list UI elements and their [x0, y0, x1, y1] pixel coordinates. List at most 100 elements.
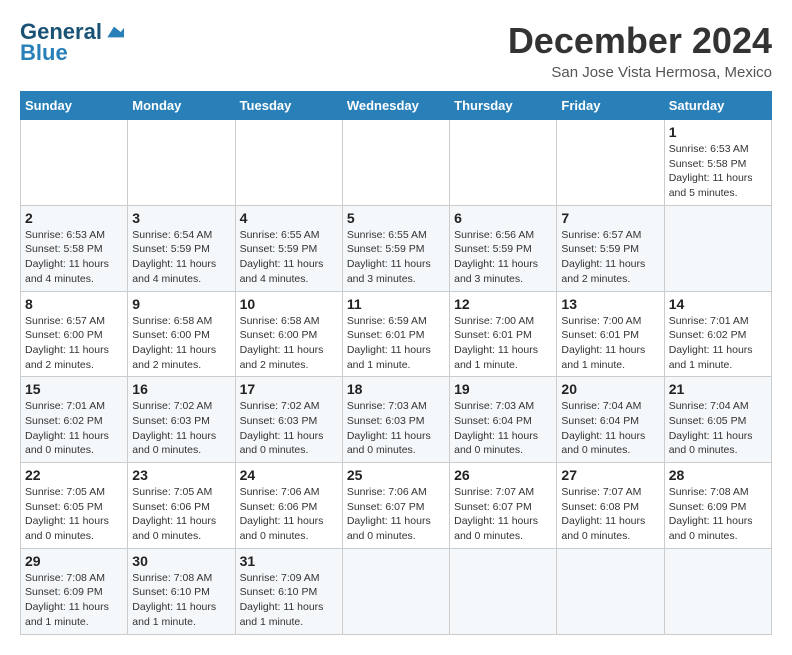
day-number: 30 [132, 553, 230, 569]
day-of-week-header: Tuesday [235, 92, 342, 120]
day-number: 1 [669, 124, 767, 140]
day-number: 25 [347, 467, 445, 483]
calendar-cell: 28 Sunrise: 7:08 AM Sunset: 6:09 PM Dayli… [664, 463, 771, 549]
calendar-cell: 30Sunrise: 7:08 AM Sunset: 6:10 PM Dayli… [128, 548, 235, 634]
calendar-cell: 18 Sunrise: 7:03 AM Sunset: 6:03 PM Dayli… [342, 377, 449, 463]
day-of-week-header: Monday [128, 92, 235, 120]
month-title: December 2024 [508, 20, 772, 62]
calendar-cell [342, 120, 449, 206]
calendar-cell: 4 Sunrise: 6:55 AM Sunset: 5:59 PM Daylig… [235, 205, 342, 291]
day-number: 21 [669, 381, 767, 397]
day-info: Sunrise: 7:08 AM Sunset: 6:09 PM Dayligh… [669, 485, 767, 544]
day-number: 28 [669, 467, 767, 483]
calendar-cell: 26 Sunrise: 7:07 AM Sunset: 6:07 PM Dayli… [450, 463, 557, 549]
calendar-cell: 19 Sunrise: 7:03 AM Sunset: 6:04 PM Dayli… [450, 377, 557, 463]
calendar-cell: 21 Sunrise: 7:04 AM Sunset: 6:05 PM Dayli… [664, 377, 771, 463]
day-info: Sunrise: 7:02 AM Sunset: 6:03 PM Dayligh… [240, 399, 338, 458]
day-number: 18 [347, 381, 445, 397]
day-number: 26 [454, 467, 552, 483]
day-info: Sunrise: 6:57 AM Sunset: 6:00 PM Dayligh… [25, 314, 123, 373]
day-info: Sunrise: 7:03 AM Sunset: 6:04 PM Dayligh… [454, 399, 552, 458]
calendar-cell: 12Sunrise: 7:00 AM Sunset: 6:01 PM Dayli… [450, 291, 557, 377]
day-number: 7 [561, 210, 659, 226]
day-info: Sunrise: 6:58 AM Sunset: 6:00 PM Dayligh… [240, 314, 338, 373]
calendar-week-row: 29Sunrise: 7:08 AM Sunset: 6:09 PM Dayli… [21, 548, 772, 634]
day-number: 10 [240, 296, 338, 312]
logo-icon [104, 22, 124, 42]
calendar-cell: 31 Sunrise: 7:09 AM Sunset: 6:10 PM Dayli… [235, 548, 342, 634]
day-info: Sunrise: 7:05 AM Sunset: 6:06 PM Dayligh… [132, 485, 230, 544]
calendar-cell [450, 120, 557, 206]
day-number: 3 [132, 210, 230, 226]
calendar-cell [664, 548, 771, 634]
calendar-cell: 25Sunrise: 7:06 AM Sunset: 6:07 PM Dayli… [342, 463, 449, 549]
day-number: 2 [25, 210, 123, 226]
day-of-week-header: Saturday [664, 92, 771, 120]
calendar-week-row: 2 Sunrise: 6:53 AM Sunset: 5:58 PM Daylig… [21, 205, 772, 291]
calendar-week-row: 15Sunrise: 7:01 AM Sunset: 6:02 PM Dayli… [21, 377, 772, 463]
calendar-cell: 9Sunrise: 6:58 AM Sunset: 6:00 PM Daylig… [128, 291, 235, 377]
calendar-cell: 20Sunrise: 7:04 AM Sunset: 6:04 PM Dayli… [557, 377, 664, 463]
day-info: Sunrise: 7:00 AM Sunset: 6:01 PM Dayligh… [561, 314, 659, 373]
day-number: 14 [669, 296, 767, 312]
calendar-cell: 13Sunrise: 7:00 AM Sunset: 6:01 PM Dayli… [557, 291, 664, 377]
location-title: San Jose Vista Hermosa, Mexico [508, 64, 772, 81]
day-number: 20 [561, 381, 659, 397]
calendar-cell: 10 Sunrise: 6:58 AM Sunset: 6:00 PM Dayli… [235, 291, 342, 377]
day-info: Sunrise: 7:03 AM Sunset: 6:03 PM Dayligh… [347, 399, 445, 458]
day-number: 11 [347, 296, 445, 312]
calendar-cell [342, 548, 449, 634]
calendar-cell: 2 Sunrise: 6:53 AM Sunset: 5:58 PM Daylig… [21, 205, 128, 291]
day-number: 16 [132, 381, 230, 397]
calendar-cell [128, 120, 235, 206]
day-number: 19 [454, 381, 552, 397]
calendar-cell: 29Sunrise: 7:08 AM Sunset: 6:09 PM Dayli… [21, 548, 128, 634]
calendar-cell: 3 Sunrise: 6:54 AM Sunset: 5:59 PM Daylig… [128, 205, 235, 291]
calendar-cell [557, 120, 664, 206]
calendar: SundayMondayTuesdayWednesdayThursdayFrid… [20, 91, 772, 635]
day-number: 31 [240, 553, 338, 569]
day-number: 17 [240, 381, 338, 397]
calendar-cell [21, 120, 128, 206]
day-info: Sunrise: 7:01 AM Sunset: 6:02 PM Dayligh… [669, 314, 767, 373]
header: General Blue December 2024 San Jose Vist… [20, 20, 772, 81]
calendar-cell: 7 Sunrise: 6:57 AM Sunset: 5:59 PM Daylig… [557, 205, 664, 291]
day-info: Sunrise: 6:54 AM Sunset: 5:59 PM Dayligh… [132, 228, 230, 287]
day-of-week-header: Friday [557, 92, 664, 120]
day-number: 8 [25, 296, 123, 312]
calendar-week-row: 22Sunrise: 7:05 AM Sunset: 6:05 PM Dayli… [21, 463, 772, 549]
day-info: Sunrise: 6:53 AM Sunset: 5:58 PM Dayligh… [25, 228, 123, 287]
day-info: Sunrise: 6:55 AM Sunset: 5:59 PM Dayligh… [240, 228, 338, 287]
day-number: 6 [454, 210, 552, 226]
calendar-cell [450, 548, 557, 634]
day-info: Sunrise: 7:07 AM Sunset: 6:08 PM Dayligh… [561, 485, 659, 544]
day-info: Sunrise: 6:55 AM Sunset: 5:59 PM Dayligh… [347, 228, 445, 287]
day-number: 12 [454, 296, 552, 312]
calendar-cell [557, 548, 664, 634]
calendar-cell: 6Sunrise: 6:56 AM Sunset: 5:59 PM Daylig… [450, 205, 557, 291]
calendar-cell: 16Sunrise: 7:02 AM Sunset: 6:03 PM Dayli… [128, 377, 235, 463]
calendar-body: 1 Sunrise: 6:53 AM Sunset: 5:58 PM Daylig… [21, 120, 772, 635]
calendar-cell: 5 Sunrise: 6:55 AM Sunset: 5:59 PM Daylig… [342, 205, 449, 291]
logo: General Blue [20, 20, 124, 66]
day-info: Sunrise: 7:06 AM Sunset: 6:06 PM Dayligh… [240, 485, 338, 544]
calendar-cell: 17 Sunrise: 7:02 AM Sunset: 6:03 PM Dayli… [235, 377, 342, 463]
day-info: Sunrise: 6:57 AM Sunset: 5:59 PM Dayligh… [561, 228, 659, 287]
day-info: Sunrise: 7:04 AM Sunset: 6:05 PM Dayligh… [669, 399, 767, 458]
day-info: Sunrise: 7:08 AM Sunset: 6:09 PM Dayligh… [25, 571, 123, 630]
calendar-cell: 8 Sunrise: 6:57 AM Sunset: 6:00 PM Daylig… [21, 291, 128, 377]
day-info: Sunrise: 7:07 AM Sunset: 6:07 PM Dayligh… [454, 485, 552, 544]
calendar-cell: 23Sunrise: 7:05 AM Sunset: 6:06 PM Dayli… [128, 463, 235, 549]
title-section: December 2024 San Jose Vista Hermosa, Me… [508, 20, 772, 81]
day-number: 22 [25, 467, 123, 483]
day-number: 4 [240, 210, 338, 226]
day-number: 9 [132, 296, 230, 312]
day-info: Sunrise: 7:09 AM Sunset: 6:10 PM Dayligh… [240, 571, 338, 630]
day-number: 15 [25, 381, 123, 397]
calendar-cell: 1Sunrise: 6:53 AM Sunset: 5:58 PM Daylig… [664, 120, 771, 206]
day-number: 5 [347, 210, 445, 226]
calendar-week-row: 8 Sunrise: 6:57 AM Sunset: 6:00 PM Daylig… [21, 291, 772, 377]
calendar-cell: 27Sunrise: 7:07 AM Sunset: 6:08 PM Dayli… [557, 463, 664, 549]
day-of-week-header: Sunday [21, 92, 128, 120]
calendar-header: SundayMondayTuesdayWednesdayThursdayFrid… [21, 92, 772, 120]
